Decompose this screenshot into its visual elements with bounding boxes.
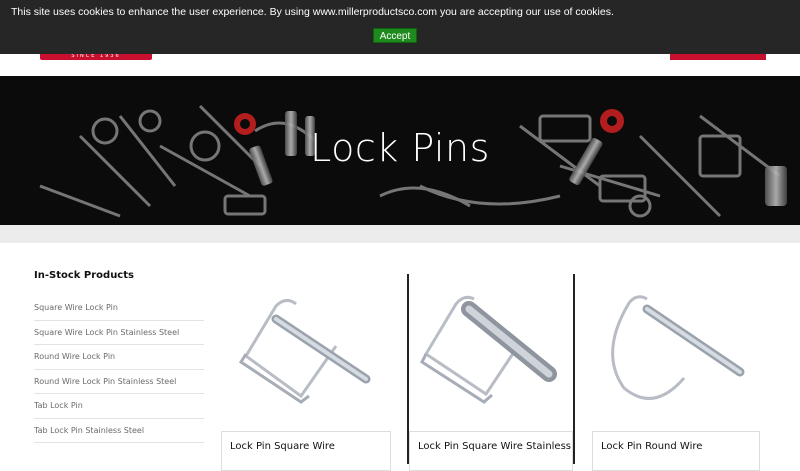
product-card[interactable]: Lock Pin Square Wire Stainless [407,274,575,471]
product-image[interactable] [221,274,391,431]
product-title[interactable]: Lock Pin Square Wire [221,431,391,471]
product-title[interactable]: Lock Pin Round Wire [592,431,760,471]
sidebar-item-tab-lock-pin[interactable]: Tab Lock Pin [34,394,204,419]
hero-banner: Lock Pins [0,76,800,225]
cookie-message: This site uses cookies to enhance the us… [11,6,614,18]
sidebar-item-square-wire-stainless[interactable]: Square Wire Lock Pin Stainless Steel [34,321,204,345]
product-card[interactable]: Lock Pin Square Wire [221,274,391,471]
product-image[interactable] [409,274,573,431]
sidebar-item-round-wire-stainless[interactable]: Round Wire Lock Pin Stainless Steel [34,370,204,394]
cookie-banner: This site uses cookies to enhance the us… [0,0,800,54]
section-divider [0,225,800,243]
sidebar-item-tab-lock-pin-stainless[interactable]: Tab Lock Pin Stainless Steel [34,419,204,443]
product-image[interactable] [592,274,760,431]
product-card[interactable]: Lock Pin Round Wire [592,274,760,471]
page-title: Lock Pins [310,126,490,170]
sidebar-item-square-wire[interactable]: Square Wire Lock Pin [34,296,204,321]
sidebar: In-Stock Products Square Wire Lock Pin S… [34,270,204,443]
sidebar-item-round-wire[interactable]: Round Wire Lock Pin [34,345,204,370]
cookie-accept-button[interactable]: Accept [373,28,417,43]
product-title[interactable]: Lock Pin Square Wire Stainless [409,431,573,471]
sidebar-title: In-Stock Products [34,270,134,281]
